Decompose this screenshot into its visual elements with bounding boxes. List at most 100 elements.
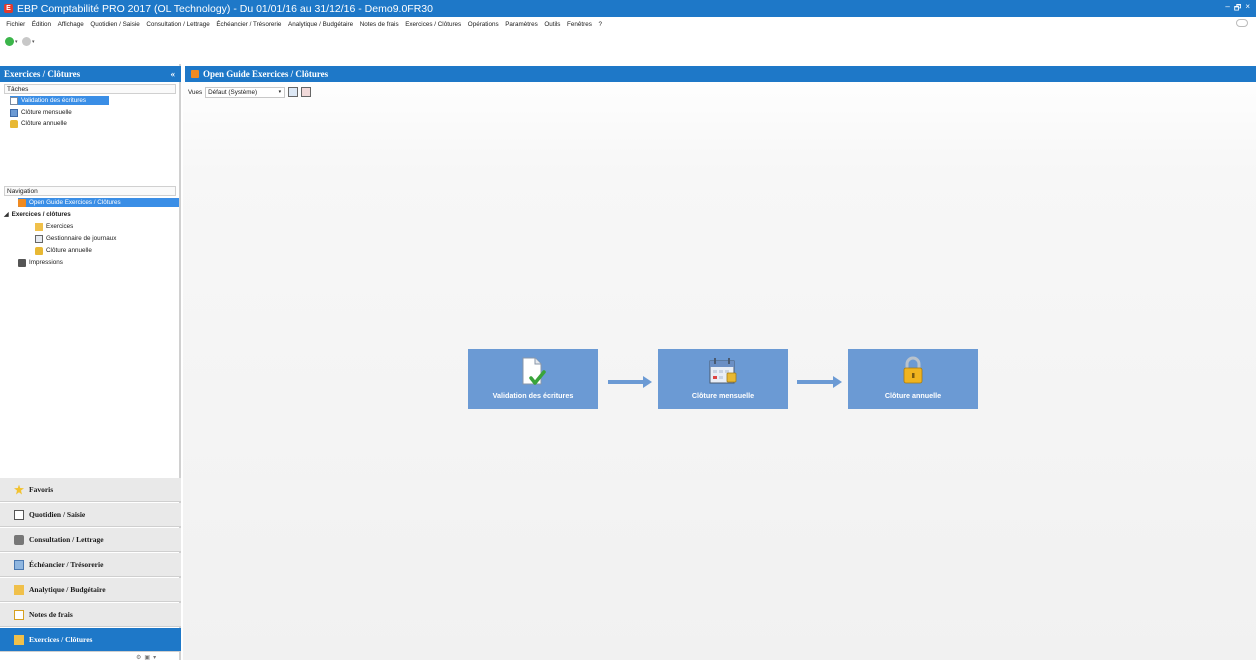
menu-notes-de-frais[interactable]: Notes de frais — [356, 21, 401, 28]
minimize-button[interactable]: – — [1225, 2, 1229, 16]
task-label: Validation des écritures — [21, 97, 86, 104]
step-cloture-annuelle[interactable]: Clôture annuelle — [848, 349, 978, 409]
nav-button-exercices[interactable]: Exercices / Clôtures — [0, 628, 181, 652]
nav-button-label: Quotidien / Saisie — [29, 510, 86, 519]
nav-button-label: Échéancier / Trésorerie — [29, 560, 104, 569]
lock-icon — [35, 246, 43, 255]
step-label: Clôture mensuelle — [691, 391, 755, 400]
step-cloture-mensuelle[interactable]: Clôture mensuelle — [658, 349, 788, 409]
nav-cloture-annuelle[interactable]: Clôture annuelle — [35, 246, 92, 255]
closing-icon — [14, 634, 24, 645]
window-title: EBP Comptabilité PRO 2017 (OL Technology… — [17, 2, 433, 15]
nav-gestionnaire-journaux[interactable]: Gestionnaire de journaux — [35, 234, 116, 243]
main-area: Open Guide Exercices / Clôtures Vues Déf… — [183, 64, 1256, 660]
nav-button-consultation[interactable]: Consultation / Lettrage — [0, 528, 181, 552]
menu-operations[interactable]: Opérations — [465, 21, 502, 28]
views-label: Vues — [188, 88, 203, 96]
step-validation-ecritures[interactable]: Validation des écritures — [468, 349, 598, 409]
chevron-down-icon: ▾ — [278, 88, 282, 95]
nav-button-label: Notes de frais — [29, 610, 73, 619]
analytics-icon — [14, 584, 24, 595]
panel-header: Exercices / Clôtures « — [0, 66, 181, 82]
task-validation[interactable]: Validation des écritures — [10, 96, 109, 105]
menu-echeancier[interactable]: Échéancier / Trésorerie — [213, 21, 285, 28]
nav-button-notes-de-frais[interactable]: Notes de frais — [0, 603, 181, 627]
nav-label: Exercices / clôtures — [11, 211, 71, 218]
nav-exercices[interactable]: Exercices — [35, 222, 73, 231]
menu-edition[interactable]: Édition — [29, 21, 55, 28]
nav-label: Gestionnaire de journaux — [46, 235, 117, 242]
schedule-icon — [14, 559, 24, 570]
folder-icon[interactable]: ▣ — [144, 654, 150, 660]
add-icon — [5, 37, 14, 46]
nav-button-label: Analytique / Budgétaire — [29, 585, 106, 594]
lock-icon — [10, 119, 18, 128]
menu-quotidien[interactable]: Quotidien / Saisie — [87, 21, 143, 28]
menu-outils[interactable]: Outils — [541, 21, 564, 28]
step-label: Clôture annuelle — [884, 391, 942, 400]
task-cloture-mensuelle[interactable]: Clôture mensuelle — [10, 108, 72, 117]
calendar-icon — [709, 358, 737, 384]
nav-button-analytique[interactable]: Analytique / Budgétaire — [0, 578, 181, 602]
panel-title: Exercices / Clôtures — [4, 69, 81, 79]
calendar-icon — [10, 108, 18, 117]
views-value: Défaut (Système) — [208, 88, 258, 96]
menu-affichage[interactable]: Affichage — [54, 21, 87, 28]
nav-label: Open Guide Exercices / Clôtures — [29, 199, 121, 206]
menu-parametres[interactable]: Paramètres — [502, 21, 541, 28]
book-icon — [14, 509, 24, 520]
step-label: Validation des écritures — [492, 391, 574, 400]
chevron-down-icon: ▾ — [15, 38, 18, 45]
collapse-button[interactable]: « — [171, 66, 176, 82]
nav-button-label: Exercices / Clôtures — [29, 635, 93, 644]
gear-icon — [22, 37, 31, 46]
validation-icon — [522, 357, 546, 385]
task-cloture-annuelle[interactable]: Clôture annuelle — [10, 119, 67, 128]
left-panel: Exercices / Clôtures « Tâches Validation… — [0, 64, 181, 660]
menu-fenetres[interactable]: Fenêtres — [564, 21, 595, 28]
task-label: Clôture annuelle — [21, 120, 67, 127]
toolbar: ▾ ▾ — [0, 32, 1256, 62]
tree-expand-icon[interactable]: ◢ — [4, 211, 9, 218]
task-label: Clôture mensuelle — [21, 109, 72, 116]
nav-button-favoris[interactable]: Favoris — [0, 478, 181, 502]
menu-analytique[interactable]: Analytique / Budgétaire — [285, 21, 357, 28]
nav-group-exercices[interactable]: ◢ Exercices / clôtures — [4, 210, 71, 219]
guide-icon — [191, 70, 199, 78]
close-button[interactable]: × — [1245, 2, 1250, 16]
app-icon: E — [4, 4, 13, 13]
printer-icon — [18, 258, 26, 267]
tasks-title: Tâches — [4, 84, 176, 94]
nav-open-guide[interactable]: Open Guide Exercices / Clôtures — [18, 198, 179, 207]
nav-button-echeancier[interactable]: Échéancier / Trésorerie — [0, 553, 181, 577]
chevron-down-icon[interactable]: ▾ — [153, 654, 156, 660]
menu-exercices[interactable]: Exercices / Clôtures — [402, 21, 465, 28]
main-header: Open Guide Exercices / Clôtures — [185, 66, 1256, 82]
nav-button-label: Consultation / Lettrage — [29, 535, 104, 544]
config-icon[interactable]: ⚙ — [136, 654, 141, 660]
window-controls: – 🗗 × — [1225, 2, 1250, 16]
arrow-icon — [797, 376, 842, 388]
cloud-icon[interactable] — [1236, 19, 1248, 27]
arrow-icon — [608, 376, 652, 388]
save-view-icon[interactable] — [288, 87, 299, 97]
menu-bar: Fichier Édition Affichage Quotidien / Sa… — [0, 17, 1256, 32]
menu-help[interactable]: ? — [595, 21, 605, 28]
delete-view-icon[interactable] — [301, 87, 312, 97]
restore-button[interactable]: 🗗 — [1234, 2, 1242, 16]
main-title: Open Guide Exercices / Clôtures — [203, 69, 329, 79]
title-bar: E EBP Comptabilité PRO 2017 (OL Technolo… — [0, 0, 1256, 17]
nav-label: Clôture annuelle — [46, 247, 92, 254]
binoculars-icon — [14, 534, 24, 545]
menu-consultation[interactable]: Consultation / Lettrage — [143, 21, 213, 28]
menu-fichier[interactable]: Fichier — [3, 21, 29, 28]
new-button[interactable]: ▾ — [5, 37, 18, 46]
options-button[interactable]: ▾ — [22, 37, 35, 46]
nav-button-quotidien[interactable]: Quotidien / Saisie — [0, 503, 181, 527]
folder-icon — [35, 222, 43, 231]
nav-button-label: Favoris — [29, 485, 54, 494]
validation-icon — [10, 96, 18, 105]
nav-impressions[interactable]: Impressions — [18, 258, 63, 267]
nav-label: Impressions — [29, 259, 63, 266]
views-select[interactable]: Défaut (Système) ▾ — [205, 86, 286, 98]
